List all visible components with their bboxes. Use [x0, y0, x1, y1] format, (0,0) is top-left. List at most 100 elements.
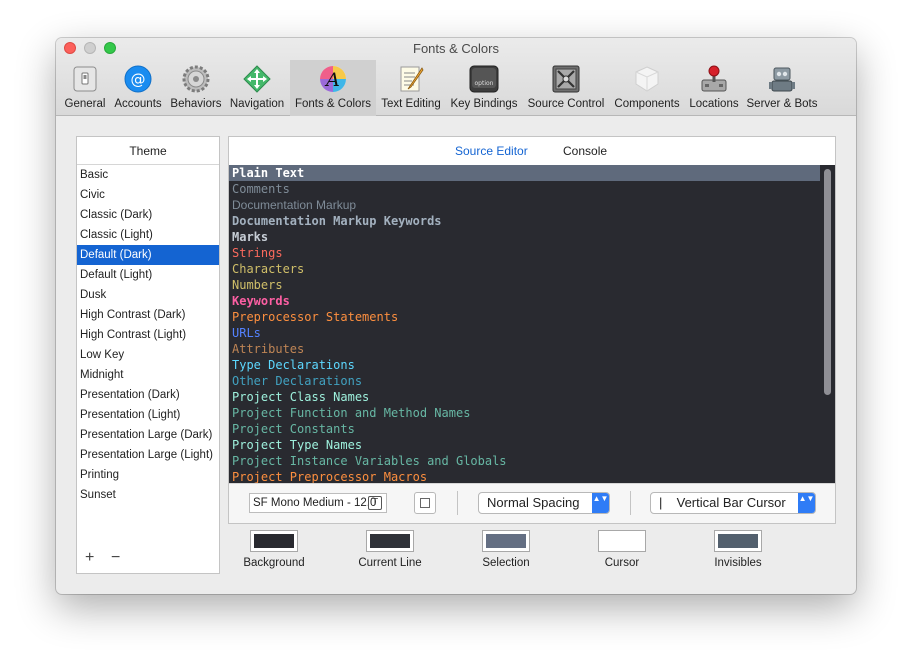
tab-key-bindings[interactable]: option Key Bindings [448, 60, 520, 116]
color-well[interactable] [250, 530, 298, 552]
theme-item[interactable]: Presentation Large (Dark) [77, 425, 219, 445]
divider [630, 491, 631, 515]
theme-item[interactable]: Default (Dark) [77, 245, 219, 265]
theme-item[interactable]: Basic [77, 165, 219, 185]
syntax-item[interactable]: Project Type Names [229, 437, 820, 453]
tab-behaviors[interactable]: Behaviors [168, 60, 224, 116]
color-well[interactable] [714, 530, 762, 552]
remove-theme-button[interactable]: − [111, 549, 137, 567]
theme-item[interactable]: Default (Light) [77, 265, 219, 285]
accounts-icon: @ [124, 65, 152, 93]
theme-item[interactable]: High Contrast (Dark) [77, 305, 219, 325]
swatch-label: Cursor [604, 557, 640, 569]
color-well[interactable] [482, 530, 530, 552]
font-picker-icon[interactable]: T [368, 496, 382, 510]
swatch-selection: Selection [451, 530, 561, 569]
cursor-style-popup[interactable]: | Vertical Bar Cursor ▲▼ [650, 492, 816, 514]
theme-header: Theme [77, 137, 219, 165]
locations-icon [701, 65, 727, 92]
syntax-item[interactable]: Marks [229, 229, 820, 245]
syntax-item[interactable]: Other Declarations [229, 373, 820, 389]
tab-server-bots[interactable]: Server & Bots [744, 60, 820, 116]
title-bar: Fonts & Colors General @ Accounts Behavi… [56, 38, 856, 116]
theme-item[interactable]: Presentation (Light) [77, 405, 219, 425]
syntax-item[interactable]: Attributes [229, 341, 820, 357]
syntax-item[interactable]: Plain Text [229, 165, 820, 181]
syntax-item[interactable]: Project Preprocessor Macros [229, 469, 820, 483]
theme-item[interactable]: Low Key [77, 345, 219, 365]
syntax-item[interactable]: Type Declarations [229, 357, 820, 373]
color-swatches: Background Current Line Selection Cursor Inv… [228, 530, 836, 574]
theme-buttons: + − [85, 549, 137, 567]
server-bots-icon [769, 67, 795, 92]
theme-item[interactable]: Presentation Large (Light) [77, 445, 219, 465]
theme-item[interactable]: Civic [77, 185, 219, 205]
swatch-label: Current Line [358, 557, 422, 569]
chevron-updown-icon: ▲▼ [592, 493, 609, 513]
swatch-label: Selection [482, 557, 530, 569]
syntax-item[interactable]: Project Constants [229, 421, 820, 437]
theme-list: Theme Basic Civic Classic (Dark) Classic (L… [76, 136, 220, 574]
cursor-style-value: Vertical Bar Cursor [676, 495, 786, 510]
tab-source-control[interactable]: Source Control [524, 60, 608, 116]
theme-item[interactable]: Dusk [77, 285, 219, 305]
spacing-value: Normal Spacing [487, 495, 580, 510]
syntax-item[interactable]: Documentation Markup Keywords [229, 213, 820, 229]
syntax-item[interactable]: Strings [229, 245, 820, 261]
theme-item[interactable]: Classic (Dark) [77, 205, 219, 225]
syntax-item[interactable]: Characters [229, 261, 820, 277]
syntax-item[interactable]: URLs [229, 325, 820, 341]
syntax-item[interactable]: Numbers [229, 277, 820, 293]
syntax-item[interactable]: Project Function and Method Names [229, 405, 820, 421]
swatch-label: Invisibles [714, 557, 762, 569]
theme-item[interactable]: Presentation (Dark) [77, 385, 219, 405]
editor-tabs: Source Editor Console [229, 137, 835, 165]
tab-components[interactable]: Components [610, 60, 684, 116]
tab-source-editor[interactable]: Source Editor [455, 144, 528, 158]
font-name: SF Mono Medium - 12.0 [253, 497, 377, 509]
behaviors-icon [182, 65, 210, 93]
tab-accounts[interactable]: @ Accounts [110, 60, 166, 116]
tab-console[interactable]: Console [563, 144, 607, 158]
scroll-thumb[interactable] [824, 169, 831, 395]
swatch-background: Background [219, 530, 329, 569]
swatch-cursor: Cursor [567, 530, 677, 569]
add-theme-button[interactable]: + [85, 549, 111, 567]
preferences-toolbar: General @ Accounts Behaviors Navigation … [56, 60, 856, 116]
components-icon [635, 66, 659, 92]
svg-text:@: @ [131, 71, 146, 89]
content-area: Theme Basic Civic Classic (Dark) Classic (L… [56, 116, 856, 594]
font-settings-row: SF Mono Medium - 12.0 T Normal Spacing ▲… [229, 483, 835, 523]
navigation-icon [243, 65, 271, 93]
syntax-item[interactable]: Comments [229, 181, 820, 197]
svg-text:option: option [475, 80, 494, 87]
theme-item[interactable]: Sunset [77, 485, 219, 505]
tab-fonts-colors[interactable]: A Fonts & Colors [290, 60, 376, 116]
theme-item[interactable]: Printing [77, 465, 219, 485]
source-control-icon [552, 65, 580, 93]
color-well[interactable] [598, 530, 646, 552]
spacing-popup[interactable]: Normal Spacing ▲▼ [478, 492, 610, 514]
color-fill [254, 534, 294, 548]
theme-item[interactable]: Midnight [77, 365, 219, 385]
color-well[interactable] [366, 530, 414, 552]
syntax-element-list[interactable]: Plain Text Comments Documentation Markup Do… [229, 165, 820, 483]
tab-locations[interactable]: Locations [686, 60, 742, 116]
swatch-label: Background [243, 557, 305, 569]
divider [457, 491, 458, 515]
syntax-item[interactable]: Keywords [229, 293, 820, 309]
font-field[interactable]: SF Mono Medium - 12.0 T [249, 493, 387, 513]
syntax-item[interactable]: Project Instance Variables and Globals [229, 453, 820, 469]
font-panel-button[interactable] [414, 492, 436, 514]
syntax-item[interactable]: Project Class Names [229, 389, 820, 405]
color-fill [486, 534, 526, 548]
tab-navigation[interactable]: Navigation [226, 60, 288, 116]
tab-general[interactable]: General [60, 60, 110, 116]
syntax-item[interactable]: Preprocessor Statements [229, 309, 820, 325]
syntax-item[interactable]: Documentation Markup [229, 197, 820, 213]
tab-text-editing[interactable]: Text Editing [378, 60, 444, 116]
theme-item[interactable]: Classic (Light) [77, 225, 219, 245]
theme-item[interactable]: High Contrast (Light) [77, 325, 219, 345]
syntax-list-scrollbar[interactable] [820, 165, 835, 483]
preferences-window: Fonts & Colors General @ Accounts Behavi… [56, 38, 856, 594]
